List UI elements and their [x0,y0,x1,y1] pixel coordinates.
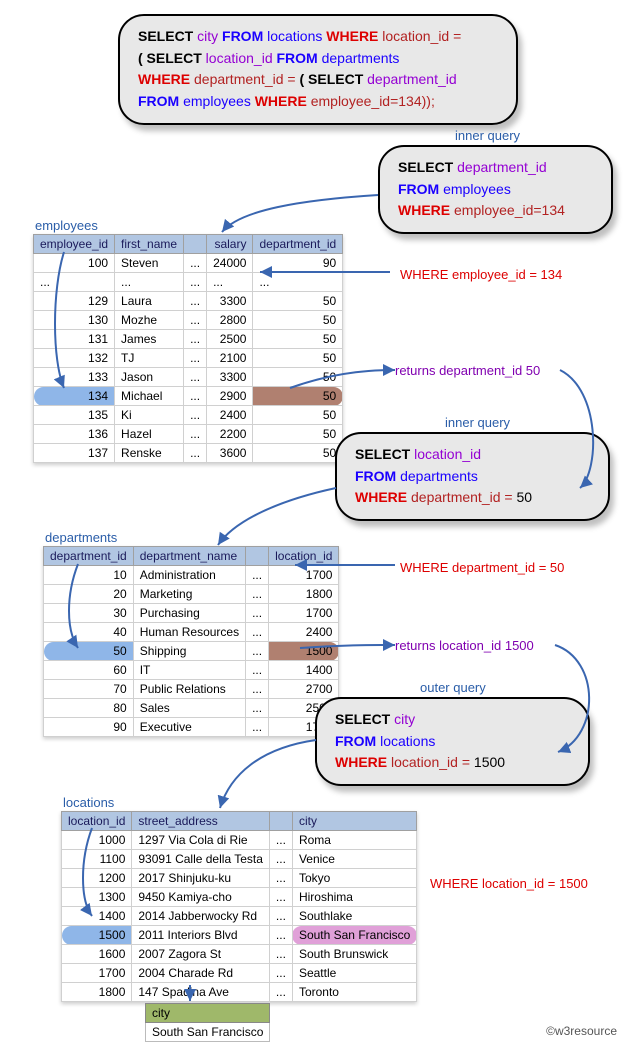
table-row: 100Steven...2400090 [34,254,343,273]
query-line: SELECT department_id [398,157,593,179]
query-line: SELECT location_id [355,444,590,466]
table-row: 129Laura...330050 [34,292,343,311]
outer-query-box: SELECT city FROM locations WHERE locatio… [315,697,590,786]
employees-table: employee_id first_name salary department… [33,234,343,463]
employees-title: employees [35,218,98,233]
table-row: 80Sales...2500 [44,699,339,718]
query-line: FROM employees [398,179,593,201]
table-row: 14002014 Jabberwocky Rd...Southlake [62,907,417,926]
inner-query-box-2: SELECT location_id FROM departments WHER… [335,432,610,521]
table-row: 131James...250050 [34,330,343,349]
table-row: 136Hazel...220050 [34,425,343,444]
query-line: FROM locations [335,731,570,753]
departments-table: department_id department_name location_i… [43,546,339,737]
table-row: 60IT...1400 [44,661,339,680]
where-dept-label: WHERE department_id = 50 [400,560,564,575]
table-row: 50Shipping...1500 [44,642,339,661]
table-row: 16002007 Zagora St...South Brunswick [62,945,417,964]
table-row: 132TJ...210050 [34,349,343,368]
departments-title: departments [45,530,117,545]
table-row: 110093091 Calle della Testa...Venice [62,850,417,869]
table-row: 17002004 Charade Rd...Seattle [62,964,417,983]
where-134-label: WHERE employee_id = 134 [400,267,562,282]
table-row: 13009450 Kamiya-cho...Hiroshima [62,888,417,907]
query-line: FROM employees WHERE employee_id=134)); [138,91,498,113]
table-row: 1800147 Spadina Ave...Toronto [62,983,417,1002]
table-header-row: department_id department_name location_i… [44,547,339,566]
locations-table: location_id street_address city 10001297… [61,811,417,1002]
table-row: 137Renske...360050 [34,444,343,463]
table-row: ............... [34,273,343,292]
table-row: 90Executive...1700 [44,718,339,737]
table-row: 135Ki...240050 [34,406,343,425]
table-row: 10001297 Via Cola di Rie...Roma [62,831,417,850]
result-value: South San Francisco [146,1023,270,1042]
table-row: 134Michael...290050 [34,387,343,406]
outer-query-label: outer query [420,680,486,695]
result-header: city [146,1004,270,1023]
where-loc-label: WHERE location_id = 1500 [430,876,588,891]
query-line: WHERE employee_id=134 [398,200,593,222]
inner-query-label-2: inner query [445,415,510,430]
returns-dept-label: returns department_id 50 [395,363,540,378]
table-row: 70Public Relations...2700 [44,680,339,699]
table-row: 10Administration...1700 [44,566,339,585]
returns-loc-label: returns location_id 1500 [395,638,534,653]
table-row: 15002011 Interiors Blvd...South San Fran… [62,926,417,945]
query-line: SELECT city FROM locations WHERE locatio… [138,26,498,48]
table-row: 12002017 Shinjuku-ku...Tokyo [62,869,417,888]
query-line: FROM departments [355,466,590,488]
table-header-row: employee_id first_name salary department… [34,235,343,254]
table-row: 130Mozhe...280050 [34,311,343,330]
table-row: 30Purchasing...1700 [44,604,339,623]
table-row: 133Jason...330050 [34,368,343,387]
inner-query-box-1: SELECT department_id FROM employees WHER… [378,145,613,234]
top-query-box: SELECT city FROM locations WHERE locatio… [118,14,518,125]
query-line: WHERE department_id = 50 [355,487,590,509]
query-line: WHERE location_id = 1500 [335,752,570,774]
table-row: 40Human Resources...2400 [44,623,339,642]
table-header-row: location_id street_address city [62,812,417,831]
locations-title: locations [63,795,114,810]
result-table: city South San Francisco [145,1003,270,1042]
copyright: ©w3resource [546,1024,617,1038]
query-line: ( SELECT location_id FROM departments [138,48,498,70]
inner-query-label: inner query [455,128,520,143]
query-line: WHERE department_id = ( SELECT departmen… [138,69,498,91]
table-row: 20Marketing...1800 [44,585,339,604]
query-line: SELECT city [335,709,570,731]
